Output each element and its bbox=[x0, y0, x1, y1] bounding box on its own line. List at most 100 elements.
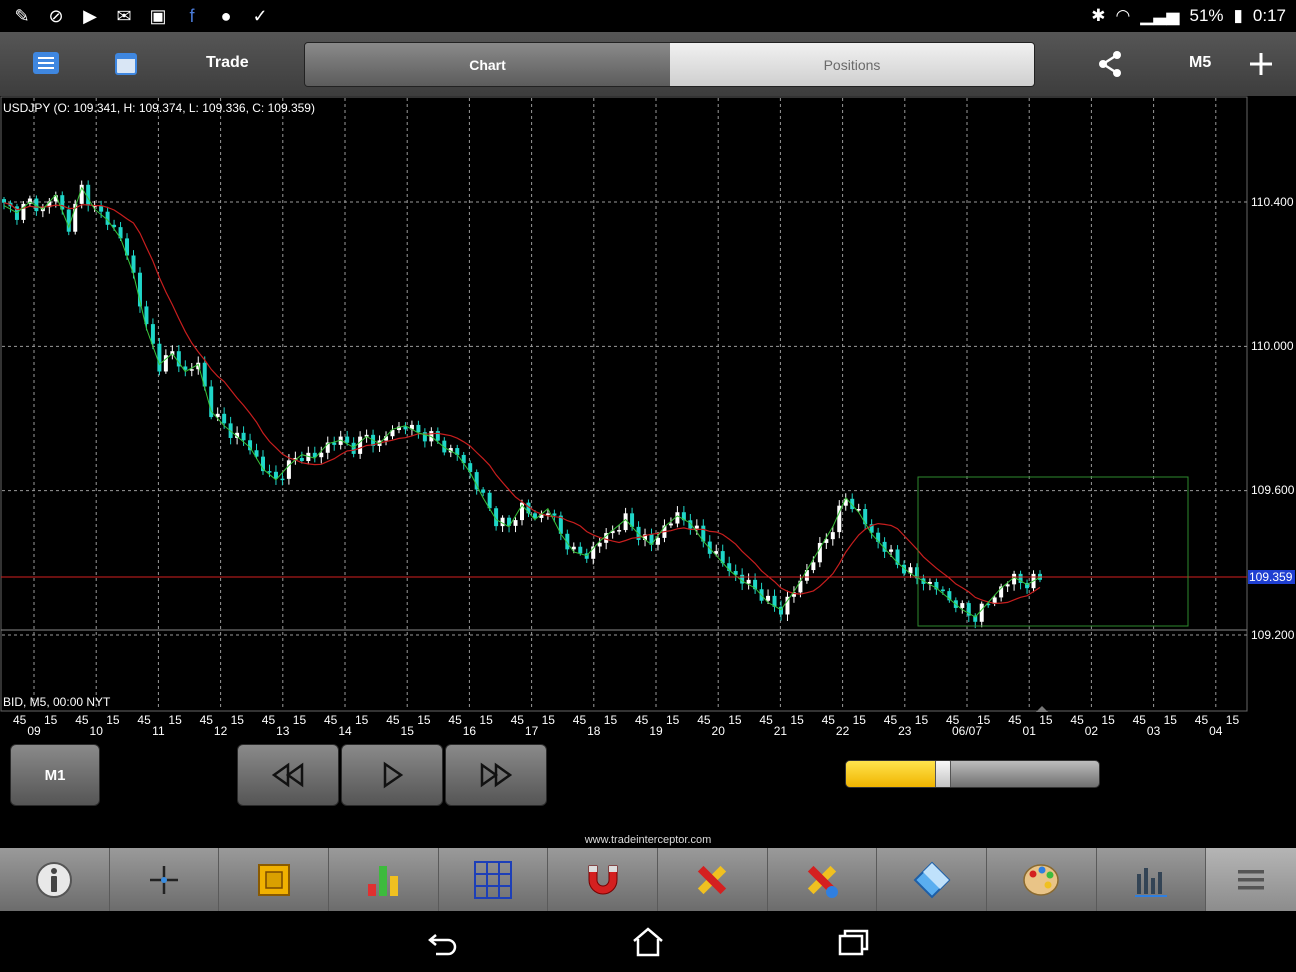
current-price-label: 109.359 bbox=[1249, 570, 1293, 584]
tab-chart[interactable]: Chart bbox=[305, 43, 670, 86]
time-minute-label: 15 bbox=[106, 713, 120, 727]
time-day-label: 19 bbox=[649, 724, 663, 738]
grid-icon bbox=[473, 860, 512, 899]
timeframe-button[interactable]: M5 bbox=[1189, 54, 1211, 72]
fast-forward-button[interactable] bbox=[445, 744, 547, 806]
price-chart[interactable]: USDJPY (O: 109.341, H: 109.374, L: 109.3… bbox=[0, 96, 1296, 741]
share-icon[interactable] bbox=[1092, 46, 1128, 82]
crosshair-icon bbox=[149, 865, 178, 894]
recent-apps-button[interactable] bbox=[833, 925, 873, 959]
window-icon[interactable] bbox=[108, 46, 144, 82]
chart-header: USDJPY (O: 109.341, H: 109.374, L: 109.3… bbox=[3, 101, 315, 115]
grid-tool[interactable] bbox=[439, 848, 549, 911]
slider-fill bbox=[846, 761, 943, 787]
add-icon[interactable] bbox=[1243, 46, 1279, 82]
chart-canvas[interactable]: USDJPY (O: 109.341, H: 109.374, L: 109.3… bbox=[0, 96, 1296, 741]
facebook-icon: f bbox=[189, 5, 195, 26]
frame-tool[interactable] bbox=[219, 848, 329, 911]
time-minute-label: 45 bbox=[137, 713, 151, 727]
home-button[interactable] bbox=[628, 925, 668, 959]
time-day-label: 11 bbox=[152, 724, 165, 738]
time-day-label: 06/07 bbox=[952, 724, 982, 738]
time-minute-label: 45 bbox=[635, 713, 649, 727]
time-minute-label: 15 bbox=[417, 713, 431, 727]
time-day-label: 13 bbox=[276, 724, 290, 738]
time-minute-label: 45 bbox=[1195, 713, 1209, 727]
rotate-icon: ⊘ bbox=[48, 5, 64, 26]
time-day-label: 09 bbox=[27, 724, 41, 738]
time-minute-label: 15 bbox=[728, 713, 742, 727]
price-label: 109.200 bbox=[1251, 628, 1295, 642]
view-segment: Chart Positions bbox=[304, 42, 1035, 87]
time-minute-label: 15 bbox=[293, 713, 307, 727]
time-minute-label: 45 bbox=[262, 713, 276, 727]
timeframe-m1-button[interactable]: M1 bbox=[10, 744, 100, 806]
crosshair-tool[interactable] bbox=[110, 848, 220, 911]
play-button[interactable] bbox=[341, 744, 443, 806]
notification-icons: ✎ ⊘ ▶ ✉ ▣ f ● ✓ bbox=[12, 6, 270, 26]
time-day-label: 04 bbox=[1209, 724, 1223, 738]
circle-icon: ● bbox=[220, 5, 232, 26]
navigation-bar bbox=[0, 911, 1296, 972]
pencil-info-icon bbox=[807, 865, 838, 898]
time-minute-label: 45 bbox=[13, 713, 27, 727]
time-day-label: 16 bbox=[463, 724, 477, 738]
color-tool[interactable] bbox=[987, 848, 1097, 911]
back-button[interactable] bbox=[423, 925, 463, 959]
trade-button[interactable]: Trade bbox=[206, 54, 249, 72]
more-menu-tool[interactable] bbox=[1206, 848, 1296, 911]
time-minute-label: 45 bbox=[573, 713, 587, 727]
time-minute-label: 15 bbox=[915, 713, 929, 727]
signal-icon: ▁▃▅ bbox=[1140, 6, 1180, 25]
time-minute-label: 15 bbox=[1101, 713, 1115, 727]
chart-type-tool[interactable] bbox=[1097, 848, 1207, 911]
candle bbox=[66, 205, 71, 236]
info-tool[interactable] bbox=[0, 848, 110, 911]
hamburger-icon bbox=[1238, 869, 1265, 889]
tab-positions[interactable]: Positions bbox=[670, 43, 1034, 86]
time-day-label: 01 bbox=[1023, 724, 1037, 738]
slider-thumb[interactable] bbox=[935, 761, 952, 787]
eraser-tool[interactable] bbox=[877, 848, 987, 911]
fast-forward-icon bbox=[480, 762, 513, 788]
time-minute-label: 45 bbox=[759, 713, 773, 727]
time-minute-label: 45 bbox=[697, 713, 711, 727]
draw-tool[interactable] bbox=[658, 848, 768, 911]
speed-slider[interactable] bbox=[845, 760, 1100, 788]
home-icon bbox=[633, 927, 663, 957]
time-minute-label: 15 bbox=[1226, 713, 1240, 727]
top-toolbar: Trade Chart Positions M5 bbox=[0, 32, 1296, 97]
recent-apps-icon bbox=[838, 929, 869, 956]
time-minute-label: 15 bbox=[790, 713, 804, 727]
draw-info-tool[interactable] bbox=[768, 848, 878, 911]
time-minute-label: 45 bbox=[75, 713, 89, 727]
time-minute-label: 45 bbox=[324, 713, 338, 727]
time-minute-label: 15 bbox=[231, 713, 245, 727]
chart-type-icon bbox=[1134, 867, 1167, 897]
time-minute-label: 45 bbox=[386, 713, 400, 727]
rewind-button[interactable] bbox=[237, 744, 339, 806]
time-day-label: 02 bbox=[1085, 724, 1099, 738]
eraser-icon bbox=[913, 861, 950, 898]
check-icon: ✓ bbox=[252, 5, 268, 26]
info-icon bbox=[36, 861, 73, 898]
youtube-icon: ▶ bbox=[83, 5, 97, 26]
time-minute-label: 15 bbox=[1039, 713, 1053, 727]
indicators-tool[interactable] bbox=[329, 848, 439, 911]
time-minute-label: 45 bbox=[448, 713, 462, 727]
time-minute-label: 15 bbox=[604, 713, 618, 727]
back-icon bbox=[428, 934, 457, 956]
play-icon bbox=[383, 761, 404, 789]
rewind-icon bbox=[271, 762, 304, 788]
time-day-label: 10 bbox=[90, 724, 104, 738]
list-menu-icon[interactable] bbox=[28, 46, 64, 82]
magnet-icon bbox=[588, 865, 618, 894]
time-day-label: 03 bbox=[1147, 724, 1161, 738]
time-minute-label: 15 bbox=[355, 713, 369, 727]
time-minute-label: 15 bbox=[168, 713, 182, 727]
wifi-icon: ◠ bbox=[1115, 6, 1131, 25]
frame-icon bbox=[257, 863, 290, 896]
magnet-tool[interactable] bbox=[548, 848, 658, 911]
gallery-icon: ▣ bbox=[149, 5, 167, 26]
candle bbox=[73, 199, 78, 235]
